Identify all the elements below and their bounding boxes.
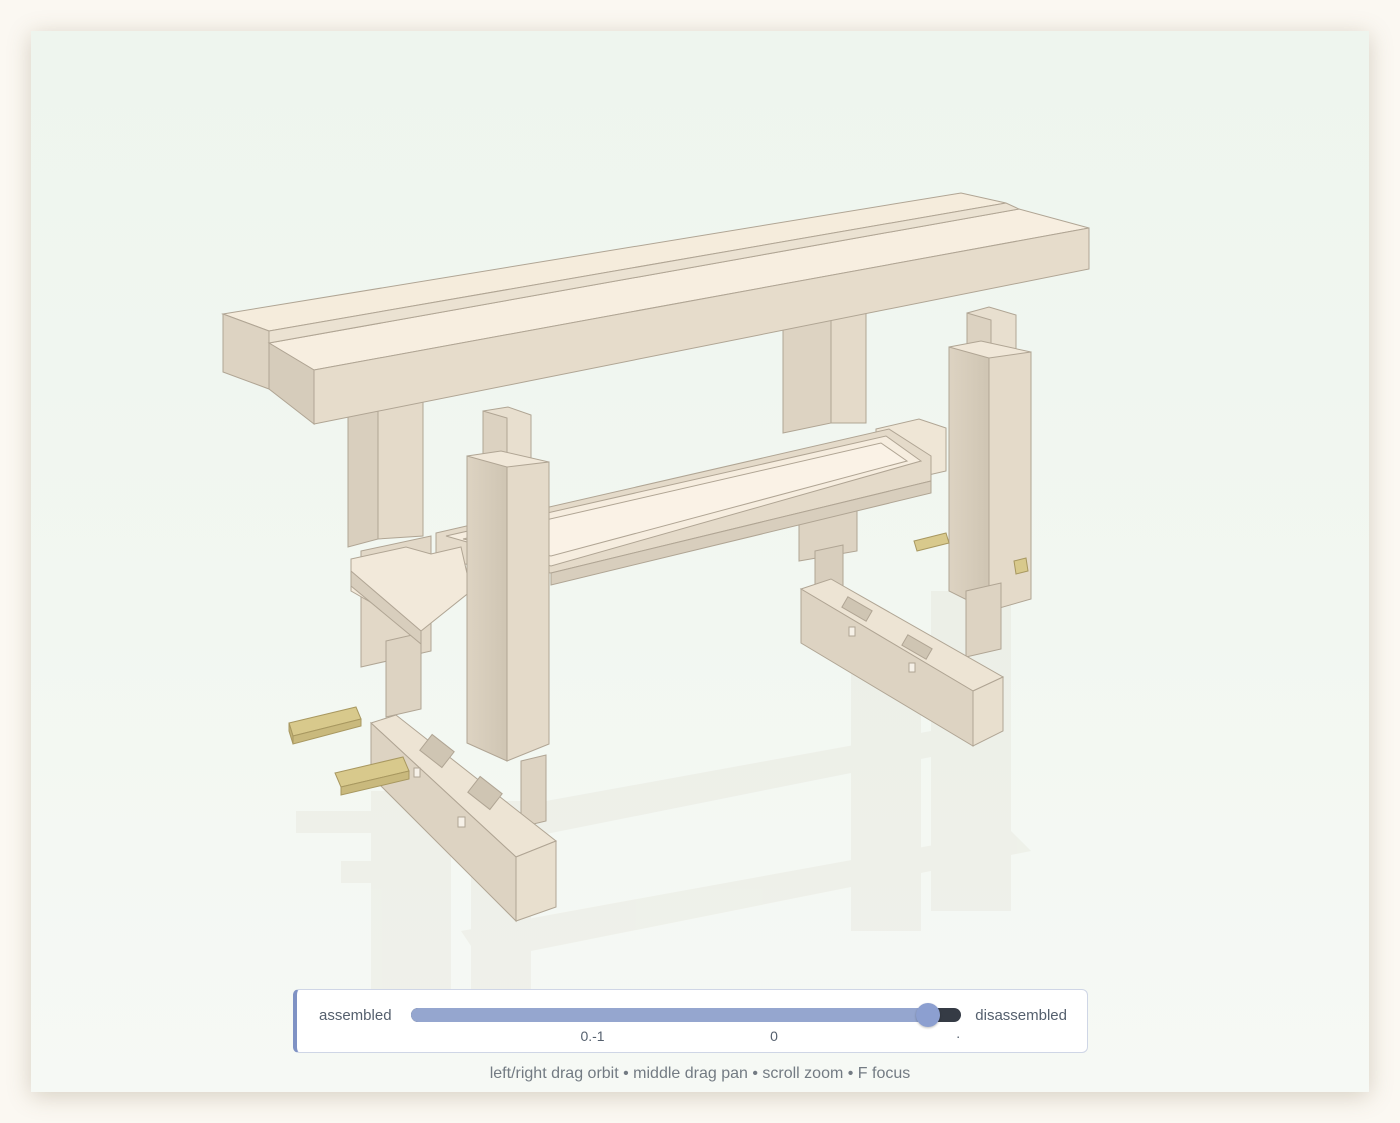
front-left-leg[interactable] bbox=[466, 406, 550, 828]
slider-tick-label: 0 bbox=[770, 1028, 778, 1044]
slider-thumb[interactable] bbox=[916, 1003, 940, 1027]
3d-viewport[interactable]: assembled 0.-1 0 · disassembled left/right… bbox=[31, 31, 1369, 1092]
exploded-bench-model[interactable] bbox=[31, 31, 1369, 1092]
assembled-label: assembled bbox=[319, 1007, 392, 1024]
slider-tick-label: 0.-1 bbox=[580, 1028, 605, 1044]
explode-slider[interactable] bbox=[411, 1003, 961, 1027]
slider-fill bbox=[411, 1008, 928, 1022]
slider-tick-label: · bbox=[955, 1028, 961, 1044]
controls-hint: left/right drag orbit • middle drag pan … bbox=[489, 1065, 911, 1082]
disassembled-label: disassembled bbox=[975, 1007, 1067, 1024]
explode-slider-panel: assembled 0.-1 0 · disassembled bbox=[293, 989, 1088, 1053]
